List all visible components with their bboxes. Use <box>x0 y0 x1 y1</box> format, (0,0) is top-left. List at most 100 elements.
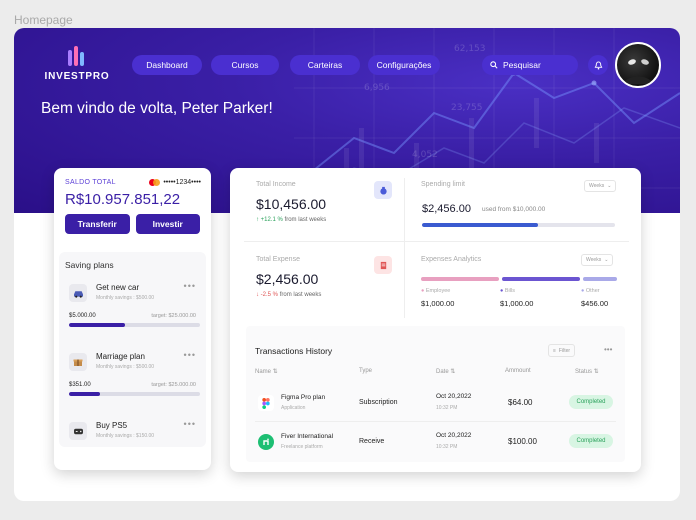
spending-period: Weeks <box>589 183 605 189</box>
saving-plan[interactable]: Buy PS5 Monthly savings : $150.00 ••• <box>65 414 200 477</box>
expense-value: $2,456.00 <box>256 271 319 287</box>
plan-target: target: $25.000.00 <box>151 382 196 388</box>
invest-button[interactable]: Investir <box>135 214 200 234</box>
brand-logo[interactable]: INVESTPRO <box>42 44 112 82</box>
avatar[interactable] <box>615 42 661 88</box>
income-label: Total Income <box>256 181 296 188</box>
filter-label: Filter <box>558 347 571 354</box>
row-type: Subscription <box>359 399 398 406</box>
income-change-value: +12.1 % <box>260 217 283 223</box>
chevron-down-icon: ⌄ <box>607 183 612 189</box>
analytics-period-select[interactable]: Weeks ⌄ <box>581 254 614 266</box>
analytics-segment-other <box>583 277 617 281</box>
analytics-employee-value: $1,000.00 <box>421 299 455 308</box>
background-number: 23,755 <box>451 103 483 113</box>
more-options-icon[interactable]: ••• <box>184 350 196 360</box>
more-options-icon[interactable]: ••• <box>184 419 196 429</box>
more-options-icon[interactable]: ••• <box>184 281 196 291</box>
spending-limit: Spending limit <box>421 181 465 188</box>
plan-progress-fill <box>69 392 101 396</box>
row-name: Fiver International <box>281 433 334 440</box>
expense-change-suffix: from last weeks <box>279 292 322 298</box>
gamepad-icon <box>69 422 87 440</box>
legend-dot-icon: ● <box>500 288 504 294</box>
saving-plan[interactable]: Marriage plan Monthly savings : $500.00 … <box>65 345 200 408</box>
analytics-other-value: $456.00 <box>581 299 609 308</box>
row-amount: $64.00 <box>508 398 533 407</box>
row-date: Oct 20,2022 <box>436 393 472 400</box>
transfer-button[interactable]: Transferir <box>65 214 130 234</box>
more-options-icon[interactable]: ••• <box>604 345 612 354</box>
column-header-name[interactable]: Name ⇅ <box>255 368 278 375</box>
legend-other: ● Other <box>581 288 600 294</box>
plan-amount: $351.00 <box>69 382 91 388</box>
plan-target: target: $25.000.00 <box>151 313 196 319</box>
legend-bills-name: Bills <box>504 288 515 294</box>
plan-amount: $5.000.00 <box>69 313 96 319</box>
welcome-message: Bem vindo de volta, Peter Parker! <box>41 100 273 117</box>
status-badge: Completed <box>569 434 613 448</box>
page-label: Homepage <box>14 13 73 27</box>
nav-configuracoes[interactable]: Configurações <box>368 55 440 75</box>
table-row[interactable]: Figma Pro plan Application Subscription … <box>246 384 625 420</box>
nav-cursos[interactable]: Cursos <box>211 55 279 75</box>
spending-progress <box>422 223 615 227</box>
transactions-title: Transactions History <box>255 346 333 356</box>
divider <box>404 178 405 318</box>
expense-change-value: -2.5 % <box>260 292 279 298</box>
plan-progress <box>69 392 200 396</box>
dashboard-card: Total Income $10,456.00 ↑ +12.1 % from l… <box>230 168 641 472</box>
expense-change: ↓ -2.5 % from last weeks <box>256 292 321 298</box>
nav-carteiras[interactable]: Carteiras <box>290 55 360 75</box>
plan-name: Get new car <box>96 283 140 292</box>
row-time: 10:32 PM <box>436 405 458 411</box>
figma-icon <box>258 395 274 411</box>
filter-button[interactable]: ≡ Filter <box>548 344 576 357</box>
analytics-label: Expenses Analytics <box>421 256 482 263</box>
plan-name: Buy PS5 <box>96 421 128 430</box>
arrow-up-icon: ↑ <box>256 217 259 223</box>
column-header-status[interactable]: Status ⇅ <box>575 368 599 375</box>
total-expense: Total Expense $2,456.00 ↓ -2.5 % from la… <box>256 256 321 298</box>
card-number[interactable]: •••••1234•••• <box>149 179 201 186</box>
legend-employee-name: Employee <box>425 288 451 294</box>
logo-mark-icon <box>64 44 90 68</box>
divider <box>244 241 629 242</box>
search-icon <box>490 61 498 69</box>
legend-dot-icon: ● <box>581 288 585 294</box>
divider <box>255 421 616 422</box>
background-number: 4,052 <box>412 150 438 160</box>
column-header-date[interactable]: Date ⇅ <box>436 368 455 375</box>
spending-used: used from $10,000.00 <box>482 206 546 213</box>
brand-name: INVESTPRO <box>44 71 110 82</box>
chevron-down-icon: ⌄ <box>604 257 609 263</box>
row-category: Freelance platform <box>281 444 323 450</box>
app-frame: 6,956 23,755 4,052 62,153 INVESTPRO Dash… <box>14 28 680 501</box>
search-input[interactable]: Pesquisar <box>482 55 578 75</box>
money-bag-icon <box>374 181 392 199</box>
row-category: Application <box>281 405 306 411</box>
balance-amount: R$10.957.851,22 <box>65 191 181 208</box>
row-type: Receive <box>359 438 385 445</box>
column-header-type[interactable]: Type <box>359 368 372 374</box>
column-header-amount[interactable]: Ammount <box>505 368 531 374</box>
receipt-icon <box>374 256 392 274</box>
mastercard-icon <box>149 179 161 186</box>
spending-period-select[interactable]: Weeks ⌄ <box>584 180 617 192</box>
plan-progress-fill <box>69 323 126 327</box>
filter-icon: ≡ <box>553 347 556 354</box>
table-row[interactable]: Fiver International Freelance platform R… <box>246 423 625 459</box>
nav-dashboard[interactable]: Dashboard <box>132 55 202 75</box>
row-name: Figma Pro plan <box>281 394 326 401</box>
expenses-analytics: Expenses Analytics <box>421 256 481 263</box>
plan-monthly: Monthly savings : $500.00 <box>96 295 155 301</box>
income-value: $10,456.00 <box>256 196 327 212</box>
analytics-segment-employee <box>421 277 499 281</box>
spending-label: Spending limit <box>421 181 465 188</box>
income-change-suffix: from last weeks <box>284 217 327 223</box>
spending-progress-fill <box>422 223 538 227</box>
notification-button[interactable] <box>588 55 608 75</box>
saving-plans-title: Saving plans <box>65 260 114 270</box>
total-income: Total Income $10,456.00 ↑ +12.1 % from l… <box>256 181 326 223</box>
saving-plan[interactable]: Get new car Monthly savings : $500.00 ••… <box>65 276 200 339</box>
